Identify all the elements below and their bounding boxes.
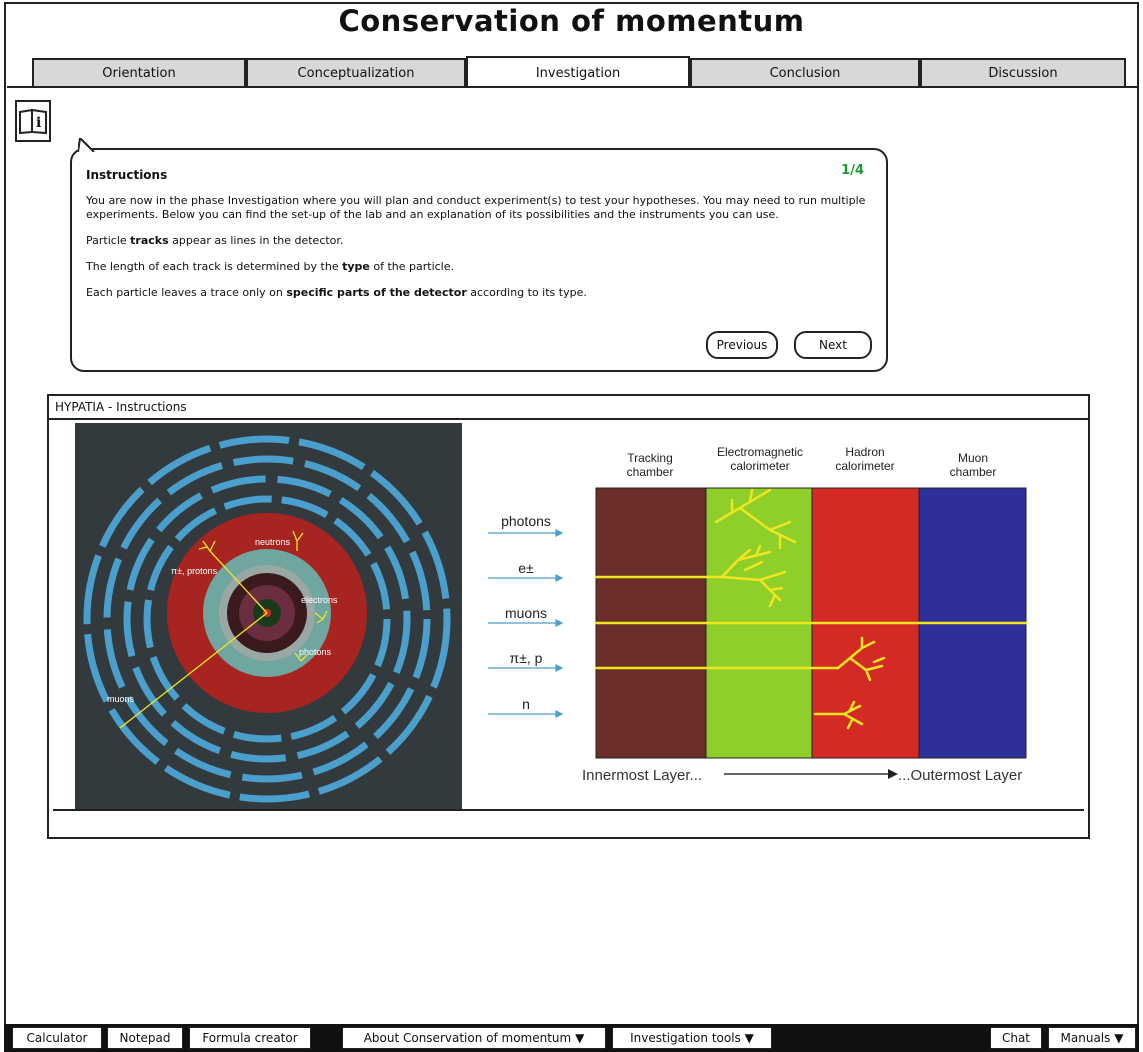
particle-label-muons: muons [505, 605, 547, 621]
particle-label-electrons: e± [518, 560, 534, 576]
label-pions-protons: π±, protons [171, 566, 218, 576]
tab-investigation[interactable]: Investigation [466, 56, 690, 88]
particle-label-pions: π±, p [510, 650, 543, 666]
button-label: Previous [716, 338, 768, 352]
emphasis: type [342, 260, 370, 273]
label-photons: photons [299, 647, 332, 657]
tab-label: Investigation [535, 65, 621, 81]
layer-label-em: Electromagnetic [717, 445, 803, 459]
layer-label-tracking-2: chamber [627, 465, 674, 479]
tab-conceptualization[interactable]: Conceptualization [246, 58, 466, 86]
layer-label-hadron: Hadron [845, 445, 884, 459]
info-book-button[interactable]: i [15, 100, 51, 142]
layer-label-muon-2: chamber [950, 465, 997, 479]
next-button[interactable]: Next [794, 331, 872, 359]
previous-button[interactable]: Previous [706, 331, 778, 359]
svg-text:i: i [36, 115, 41, 131]
button-label: Next [819, 338, 847, 352]
innermost-label: Innermost Layer... [582, 767, 702, 784]
about-dropdown[interactable]: About Conservation of momentum ▼ [342, 1027, 606, 1049]
label-electrons: electrons [301, 595, 338, 605]
info-book-icon: i [19, 108, 47, 135]
instructions-paragraph: Particle tracks appear as lines in the d… [86, 234, 870, 248]
chevron-down-icon: ▼ [744, 1031, 754, 1045]
calculator-button[interactable]: Calculator [12, 1027, 102, 1049]
button-label: Manuals [1060, 1031, 1111, 1045]
text: according to its type. [466, 286, 587, 299]
instructions-paragraph: Each particle leaves a trace only on spe… [86, 286, 870, 300]
instructions-paragraph: You are now in the phase Investigation w… [86, 194, 866, 221]
button-label: Investigation tools [630, 1031, 741, 1045]
tab-label: Discussion [988, 65, 1058, 81]
instructions-popup: Instructions 1/4 You are now in the phas… [70, 138, 888, 372]
formula-creator-button[interactable]: Formula creator [189, 1027, 311, 1049]
particle-label-photons: photons [501, 513, 551, 529]
particle-label-neutrons: n [522, 696, 530, 712]
tab-divider [7, 86, 1137, 88]
button-label: Chat [1001, 1031, 1031, 1045]
tab-label: Conclusion [769, 65, 841, 81]
text: The length of each track is determined b… [86, 260, 343, 273]
button-label: Calculator [26, 1031, 88, 1045]
instructions-paragraph: The length of each track is determined b… [86, 260, 870, 274]
notepad-button[interactable]: Notepad [107, 1027, 183, 1049]
chevron-down-icon: ▼ [575, 1031, 585, 1045]
panel-footer [53, 809, 1084, 837]
detector-layers-diagram: Tracking chamber Electromagnetic calorim… [488, 445, 1028, 784]
text: Each particle leaves a trace only on [86, 286, 287, 299]
manuals-dropdown[interactable]: Manuals ▼ [1048, 1027, 1136, 1049]
page-title: Conservation of momentum [338, 4, 805, 38]
text: appear as lines in the detector. [168, 234, 344, 247]
popup-pointer [78, 138, 95, 152]
panel-title: HYPATIA - Instructions [49, 396, 1088, 420]
text: of the particle. [369, 260, 455, 273]
investigation-tools-dropdown[interactable]: Investigation tools ▼ [612, 1027, 772, 1049]
particle-arrows [488, 529, 564, 718]
label-muons: muons [107, 694, 135, 704]
layer-label-muon: Muon [958, 451, 988, 465]
chevron-down-icon: ▼ [1114, 1031, 1124, 1045]
layer-label-tracking: Tracking [627, 451, 673, 465]
tab-orientation[interactable]: Orientation [32, 58, 246, 86]
button-label: About Conservation of momentum [363, 1031, 572, 1045]
emphasis: specific parts of the detector [286, 286, 467, 299]
tab-label: Conceptualization [297, 65, 415, 81]
outermost-label: ...Outermost Layer [898, 767, 1022, 784]
layer-label-hadron-2: calorimeter [835, 459, 894, 473]
emphasis: tracks [130, 234, 169, 247]
layer-label-em-2: calorimeter [730, 459, 789, 473]
tab-label: Orientation [102, 65, 176, 81]
label-neutrons: neutrons [255, 537, 291, 547]
tab-discussion[interactable]: Discussion [920, 58, 1126, 86]
button-label: Formula creator [202, 1031, 298, 1045]
chat-button[interactable]: Chat [990, 1027, 1042, 1049]
arrow-head-icon [888, 769, 898, 779]
instructions-title: Instructions [86, 168, 168, 182]
text: Particle [86, 234, 131, 247]
button-label: Notepad [119, 1031, 171, 1045]
tab-conclusion[interactable]: Conclusion [690, 58, 920, 86]
detector-cross-section: neutrons π±, protons electrons photons m… [75, 423, 462, 809]
page-counter: 1/4 [841, 163, 864, 178]
